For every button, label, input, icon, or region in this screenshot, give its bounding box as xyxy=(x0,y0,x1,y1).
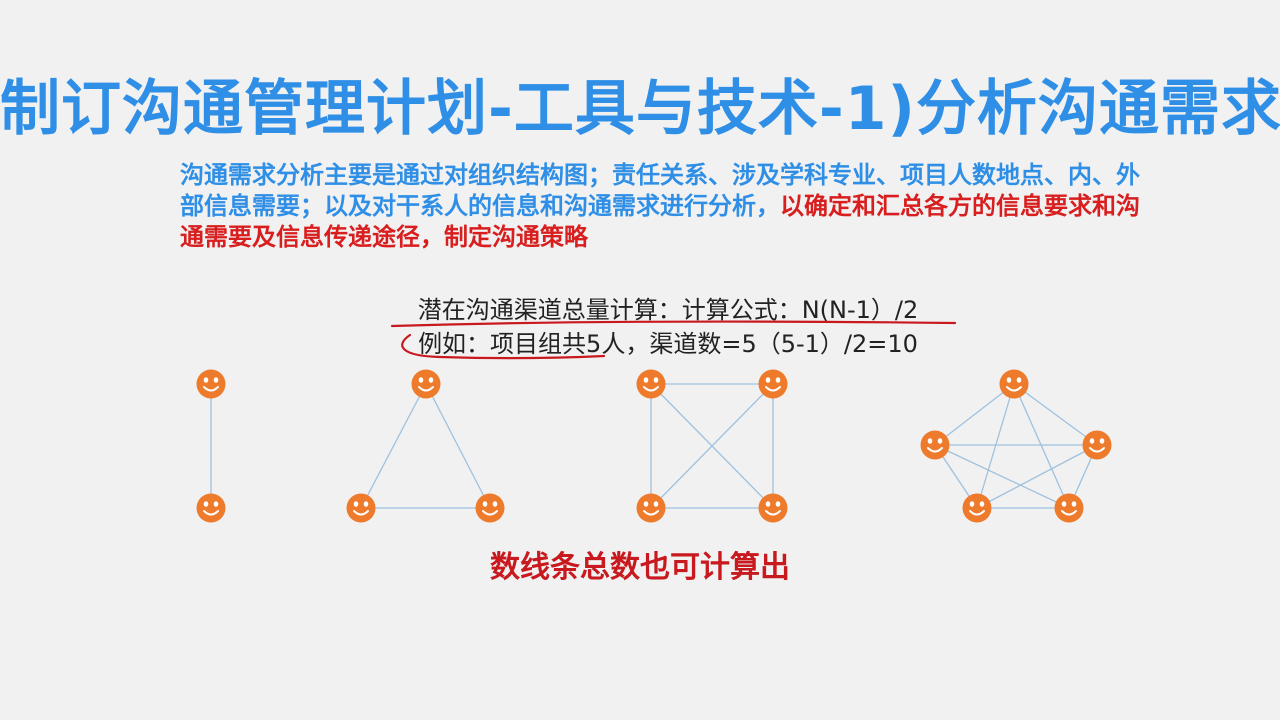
smiley-face-icon xyxy=(758,493,788,523)
edges-layer xyxy=(210,383,1098,509)
graph-2-edge xyxy=(360,383,427,509)
formula-line: 潜在沟通渠道总量计算：计算公式：N(N-1）/2 xyxy=(417,296,919,324)
smiley-face-icon xyxy=(196,493,226,523)
graph-3-edge xyxy=(650,383,774,509)
smiley-face-icon xyxy=(999,369,1029,399)
graph-4-edge xyxy=(934,444,1070,509)
graph-4-edge xyxy=(1068,444,1098,509)
graph-4-edge xyxy=(934,383,1015,446)
smiley-face-icon xyxy=(411,369,441,399)
caption: 数线条总数也可计算出 xyxy=(490,550,790,585)
graph-2-edge xyxy=(425,383,491,509)
graph-4-edge xyxy=(934,444,978,509)
description-paragraph: 沟通需求分析主要是通过对组织结构图；责任关系、涉及学科专业、项目人数地点、内、外… xyxy=(180,160,1160,253)
smiley-face-icon xyxy=(196,369,226,399)
page-title: 制订沟通管理计划-工具与技术-1)分析沟通需求 xyxy=(0,74,1280,144)
smiley-face-icon xyxy=(636,369,666,399)
smiley-face-icon xyxy=(346,493,376,523)
smiley-face-icon xyxy=(758,369,788,399)
smiley-face-icon xyxy=(1082,430,1112,460)
graph-4-edge xyxy=(1013,383,1098,446)
smiley-face-icon xyxy=(1054,493,1084,523)
smiley-face-icon xyxy=(920,430,950,460)
graph-4-edge xyxy=(976,383,1015,509)
smiley-face-icon xyxy=(636,493,666,523)
example-line: 例如：项目组共5人，渠道数=5（5-1）/2=10 xyxy=(418,330,918,358)
smiley-face-icon xyxy=(962,493,992,523)
graph-4-edge xyxy=(976,444,1098,509)
smiley-face-icon xyxy=(475,493,505,523)
graph-3-edge xyxy=(650,383,774,509)
nodes-layer xyxy=(196,369,1112,523)
graph-4-edge xyxy=(1013,383,1070,509)
